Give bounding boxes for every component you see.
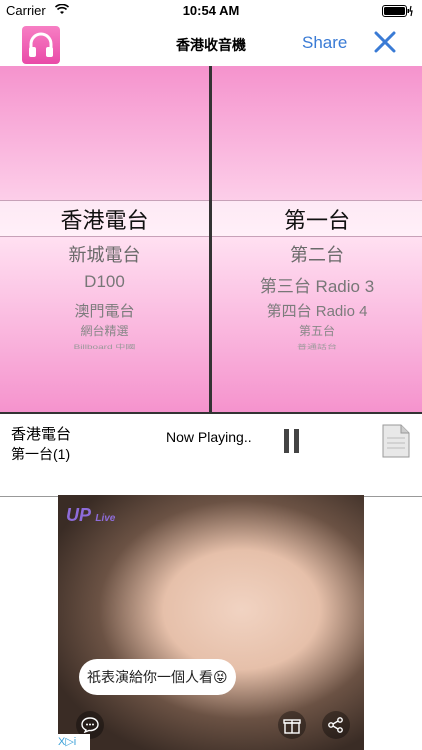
gift-icon <box>283 719 301 734</box>
battery-icon <box>382 5 413 17</box>
document-icon <box>382 424 410 458</box>
picker-item-selected[interactable]: 香港電台 <box>0 203 209 235</box>
playback-status: Now Playing.. <box>166 429 252 445</box>
now-playing-bar: 香港電台 第一台(1) Now Playing.. <box>0 412 422 497</box>
picker-item[interactable]: 第二台 <box>212 241 422 267</box>
page-title: 香港收音機 <box>176 37 246 53</box>
channel-picker[interactable]: 第一台 第二台 第三台 Radio 3 第四台 Radio 4 第五台 普通話台 <box>212 66 422 412</box>
picker-item[interactable]: D100 <box>0 272 209 292</box>
clock: 10:54 AM <box>182 3 240 18</box>
chat-icon <box>81 717 99 733</box>
current-station: 香港電台 <box>11 426 72 443</box>
pause-icon <box>284 429 299 453</box>
picker-item[interactable]: 普通話台 <box>212 342 422 351</box>
picker-item[interactable]: 第五台 <box>212 322 422 339</box>
picker-item[interactable]: 第四台 Radio 4 <box>212 300 422 321</box>
ad-share-button[interactable] <box>322 711 350 739</box>
ad-banner[interactable]: UP Live 祇表演給你一個人看😝 <box>58 495 364 750</box>
close-icon <box>374 31 396 53</box>
document-button[interactable] <box>381 424 411 463</box>
ad-logo-main: UP <box>66 505 91 525</box>
station-pickers: 香港電台 新城電台 D100 澳門電台 網台精選 Billboard 中國 第一… <box>0 66 422 412</box>
gift-button[interactable] <box>278 711 306 739</box>
nav-bar: 香港收音機 Share <box>0 22 422 67</box>
picker-item[interactable]: 網台精選 <box>0 322 209 339</box>
current-channel: 第一台(1) <box>11 446 71 462</box>
pause-button[interactable] <box>283 428 301 459</box>
picker-item[interactable]: Billboard 中國 <box>0 342 209 351</box>
close-button[interactable] <box>373 30 397 59</box>
adchoices-badge[interactable]: X▷i <box>58 734 90 750</box>
picker-item[interactable]: 新城電台 <box>0 241 209 267</box>
picker-item-selected[interactable]: 第一台 <box>212 203 422 235</box>
picker-item[interactable]: 澳門電台 <box>0 300 209 321</box>
status-bar: Carrier 10:54 AM <box>0 0 422 22</box>
ad-speech-bubble: 祇表演給你一個人看😝 <box>79 659 236 695</box>
share-button[interactable]: Share <box>302 33 347 53</box>
broadcaster-picker[interactable]: 香港電台 新城電台 D100 澳門電台 網台精選 Billboard 中國 <box>0 66 209 412</box>
ad-logo-sub: Live <box>95 513 116 524</box>
ad-logo: UP Live <box>66 505 115 526</box>
share-icon <box>328 717 343 733</box>
picker-item[interactable]: 第三台 Radio 3 <box>212 272 422 297</box>
